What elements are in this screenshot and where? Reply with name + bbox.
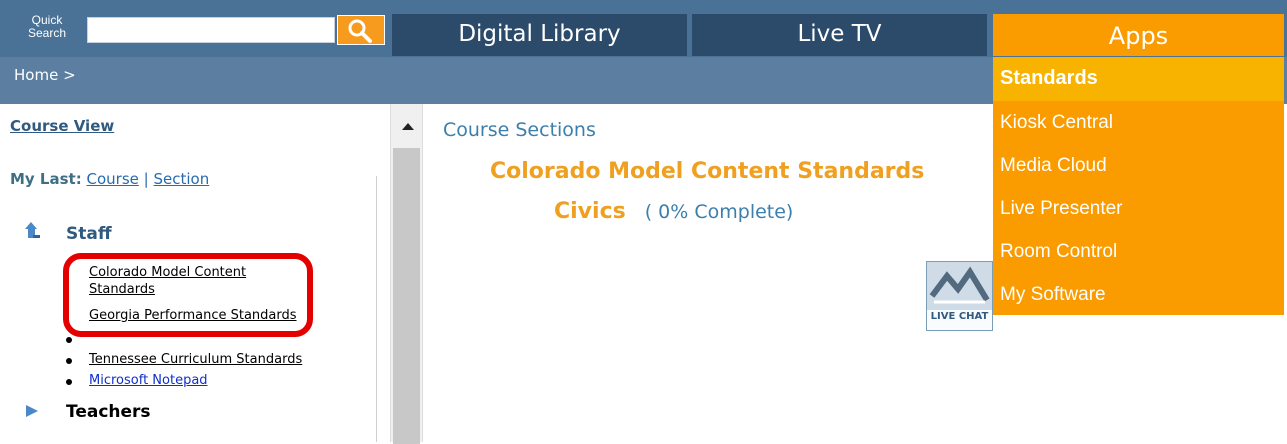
- staff-label[interactable]: Staff: [66, 224, 112, 244]
- apps-dropdown-menu: Standards Kiosk Central Media Cloud Live…: [993, 57, 1284, 315]
- search-button[interactable]: [337, 15, 385, 45]
- progress-text: ( 0% Complete): [644, 201, 794, 223]
- menu-item-my-software[interactable]: My Software: [993, 273, 1284, 316]
- subject-title: Civics: [554, 199, 626, 224]
- scrollbar[interactable]: [390, 104, 423, 444]
- staff-item[interactable]: Tennessee Curriculum Standards: [89, 351, 359, 368]
- folder-up-icon: [25, 222, 40, 238]
- bullet: [66, 379, 72, 385]
- course-sidebar: Course View My Last: Course | Section St…: [0, 104, 390, 442]
- menu-item-live-presenter[interactable]: Live Presenter: [993, 187, 1284, 230]
- live-chat-icon: [927, 262, 992, 310]
- section-heading: Course Sections: [443, 119, 596, 141]
- course-progress-row: Civics ( 0% Complete): [554, 199, 793, 224]
- my-last-label: My Last:: [10, 170, 82, 188]
- course-view-link[interactable]: Course View: [10, 117, 114, 135]
- live-chat-label: LIVE CHAT: [930, 311, 989, 322]
- quick-search-label: Quick Search: [27, 13, 67, 40]
- main-content: Course Sections Colorado Model Content S…: [423, 104, 993, 442]
- menu-item-standards[interactable]: Standards: [993, 57, 1284, 101]
- my-last-course-link[interactable]: Course: [87, 170, 139, 188]
- staff-item[interactable]: Microsoft Notepad: [89, 372, 359, 389]
- staff-item-link[interactable]: Microsoft Notepad: [89, 373, 208, 388]
- bullet: [66, 358, 72, 364]
- scrollbar-thumb[interactable]: [393, 148, 420, 444]
- tab-apps[interactable]: Apps: [993, 14, 1284, 56]
- top-navigation-bar: Quick Search Digital Library Live TV App…: [0, 0, 1287, 57]
- staff-item-link[interactable]: Tennessee Curriculum Standards: [89, 352, 302, 367]
- my-last-section-link[interactable]: Section: [154, 170, 210, 188]
- scroll-up-arrow-icon[interactable]: [402, 123, 414, 130]
- menu-item-media-cloud[interactable]: Media Cloud: [993, 144, 1284, 187]
- tab-live-tv[interactable]: Live TV: [692, 14, 987, 56]
- course-title: Colorado Model Content Standards: [490, 159, 925, 184]
- search-icon: [348, 19, 372, 43]
- tab-digital-library[interactable]: Digital Library: [392, 14, 687, 56]
- menu-item-room-control[interactable]: Room Control: [993, 230, 1284, 273]
- expand-arrow-icon[interactable]: [25, 404, 39, 418]
- highlight-box: [63, 253, 313, 337]
- bullet: [66, 337, 72, 343]
- separator: |: [143, 170, 149, 188]
- teachers-label[interactable]: Teachers: [66, 402, 151, 422]
- quick-search-input[interactable]: [87, 17, 335, 43]
- my-last-row: My Last: Course | Section: [10, 170, 209, 188]
- live-chat-button[interactable]: LIVE CHAT: [926, 261, 993, 331]
- sidebar-divider: [376, 176, 377, 442]
- menu-item-kiosk-central[interactable]: Kiosk Central: [993, 101, 1284, 144]
- breadcrumb[interactable]: Home >: [14, 66, 76, 84]
